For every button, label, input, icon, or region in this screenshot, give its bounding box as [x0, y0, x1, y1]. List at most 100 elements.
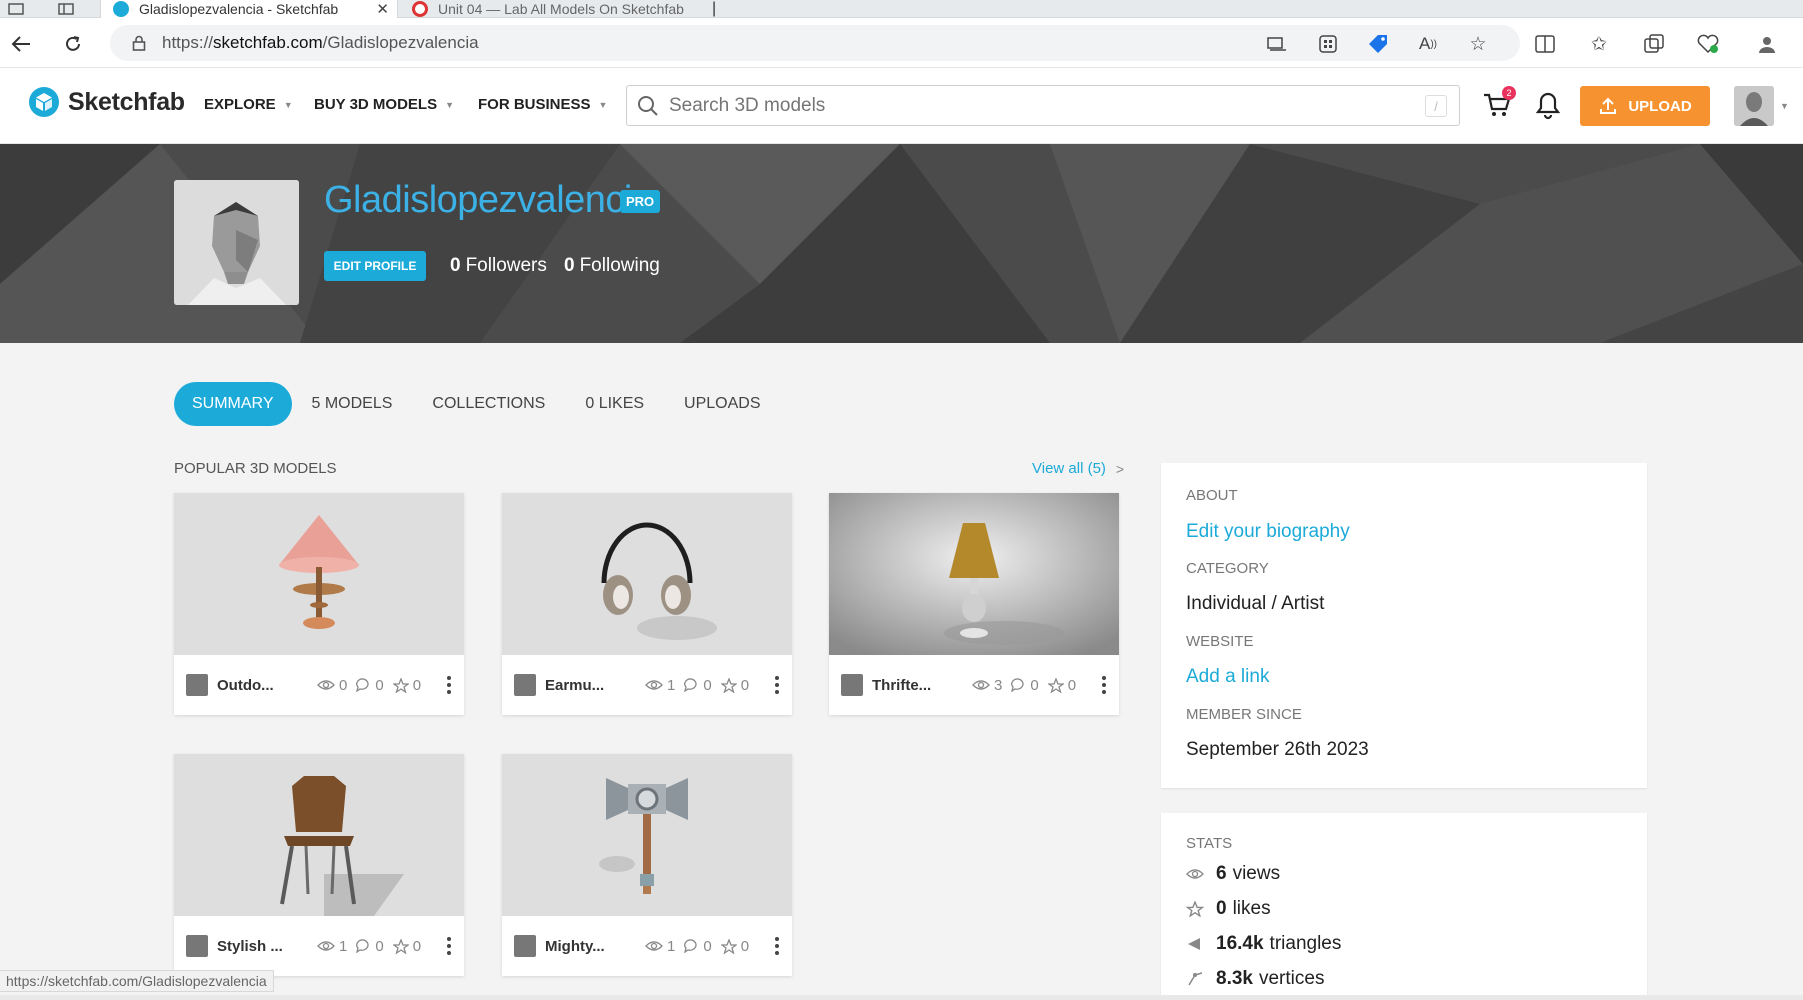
address-bar[interactable]: https://sketchfab.com/Gladislopezvalenci… — [110, 25, 1520, 61]
eye-icon — [317, 680, 335, 690]
followers-label: Followers — [465, 255, 547, 276]
profile-avatar[interactable] — [174, 180, 299, 305]
comment-icon — [684, 678, 697, 692]
upload-label: UPLOAD — [1628, 97, 1692, 115]
model-thumbnail[interactable] — [502, 754, 792, 916]
search-icon — [638, 95, 658, 116]
model-name[interactable]: Outdo... — [217, 677, 297, 694]
back-icon[interactable] — [8, 31, 34, 57]
grid-apps-icon[interactable] — [1316, 32, 1340, 56]
model-card[interactable]: Stylish ... 1 0 0 — [174, 754, 464, 976]
author-avatar[interactable] — [841, 674, 863, 696]
split-screen-icon[interactable] — [1533, 32, 1557, 56]
nav-for-business[interactable]: FOR BUSINESS ▼ — [478, 96, 607, 113]
user-avatar[interactable] — [1734, 86, 1774, 126]
refresh-icon[interactable] — [60, 31, 86, 57]
model-card[interactable]: Outdo... 0 0 0 — [174, 493, 464, 715]
model-name[interactable]: Thrifte... — [872, 677, 952, 694]
browser-essentials-icon[interactable] — [1696, 32, 1720, 56]
likes-unit: likes — [1232, 898, 1271, 919]
url-text[interactable]: https://sketchfab.com/Gladislopezvalenci… — [162, 33, 479, 53]
about-label: ABOUT — [1186, 487, 1238, 504]
tab-actions-icon[interactable] — [0, 0, 40, 18]
vertices-count: 8.3k — [1216, 968, 1253, 989]
tab-title: Unit 04 — Lab All Models On Sketchfab — [438, 1, 684, 17]
tab-models[interactable]: 5 MODELS — [292, 382, 413, 426]
tab-likes[interactable]: 0 LIKES — [565, 382, 664, 426]
search-box[interactable]: / — [626, 85, 1460, 126]
model-thumbnail[interactable] — [502, 493, 792, 655]
tab-summary[interactable]: SUMMARY — [174, 382, 292, 426]
following-link[interactable]: 0 Following — [564, 255, 660, 277]
edit-biography-link[interactable]: Edit your biography — [1186, 521, 1350, 543]
user-menu-caret-icon[interactable]: ▼ — [1780, 101, 1789, 111]
author-avatar[interactable] — [186, 674, 208, 696]
add-link[interactable]: Add a link — [1186, 666, 1269, 688]
author-avatar[interactable] — [186, 935, 208, 957]
comment-count: 0 — [703, 676, 712, 694]
model-thumbnail[interactable] — [174, 493, 464, 655]
view-count: 1 — [667, 676, 676, 694]
model-card[interactable]: Thrifte... 3 0 0 — [829, 493, 1119, 715]
author-avatar[interactable] — [514, 674, 536, 696]
edit-profile-button[interactable]: EDIT PROFILE — [324, 251, 426, 281]
favorites-icon[interactable]: ✩ — [1587, 32, 1611, 56]
model-stats: 3 0 0 — [972, 677, 1085, 694]
comment-count: 0 — [1030, 676, 1039, 694]
model-stats: 1 0 0 — [645, 938, 758, 955]
views-count: 6 — [1216, 863, 1227, 884]
tab-uploads[interactable]: UPLOADS — [664, 382, 780, 426]
model-name[interactable]: Mighty... — [545, 938, 625, 955]
website-label: WEBSITE — [1186, 633, 1254, 650]
close-tab-icon[interactable]: ✕ — [368, 0, 397, 18]
shopping-tag-icon[interactable] — [1366, 32, 1390, 56]
model-stats: 1 0 0 — [317, 938, 430, 955]
author-avatar[interactable] — [514, 935, 536, 957]
more-options-icon[interactable] — [446, 676, 452, 694]
browser-tab-active[interactable]: Gladislopezvalencia - Sketchfab ✕ — [100, 0, 398, 18]
like-count: 0 — [740, 937, 750, 955]
more-options-icon[interactable] — [774, 676, 780, 694]
more-options-icon[interactable] — [1101, 676, 1107, 694]
sketchfab-logo[interactable]: Sketchfab — [28, 86, 185, 118]
browser-status-url: https://sketchfab.com/Gladislopezvalenci… — [0, 970, 274, 992]
cart-button[interactable]: 2 — [1482, 86, 1516, 120]
tab-collections[interactable]: COLLECTIONS — [412, 382, 565, 426]
notifications-button[interactable] — [1534, 90, 1562, 120]
favorite-star-icon[interactable]: ☆ — [1466, 32, 1490, 56]
lock-icon[interactable] — [132, 35, 146, 51]
pink-lamp-icon — [174, 493, 464, 655]
earmuffs-icon — [502, 493, 792, 655]
vertices-unit: vertices — [1258, 968, 1325, 989]
collections-icon[interactable] — [1642, 32, 1666, 56]
model-name[interactable]: Stylish ... — [217, 938, 297, 955]
model-thumbnail[interactable] — [829, 493, 1119, 655]
vertical-tabs-icon[interactable] — [52, 0, 82, 18]
more-options-icon[interactable] — [446, 937, 452, 955]
view-all-label: View all (5) — [1032, 460, 1106, 477]
close-tab-icon[interactable]: ✕ — [684, 0, 690, 18]
read-aloud-icon[interactable]: A)) — [1416, 32, 1440, 56]
view-count: 1 — [667, 937, 676, 955]
followers-link[interactable]: 0 Followers — [450, 255, 547, 277]
model-card[interactable]: Earmu... 1 0 0 — [502, 493, 792, 715]
category-label: CATEGORY — [1186, 560, 1269, 577]
model-card[interactable]: Mighty... 1 0 0 — [502, 754, 792, 976]
pro-badge: PRO — [620, 190, 661, 213]
search-input[interactable] — [669, 94, 1389, 117]
nav-explore[interactable]: EXPLORE ▼ — [204, 96, 293, 113]
member-since-label: MEMBER SINCE — [1186, 706, 1302, 723]
upload-button[interactable]: UPLOAD — [1580, 86, 1710, 126]
new-tab-icon[interactable]: | — [712, 0, 732, 18]
triangle-icon — [1188, 938, 1200, 950]
model-thumbnail[interactable] — [174, 754, 464, 916]
sketchfab-favicon-icon — [113, 1, 129, 17]
search-shortcut-hint: / — [1425, 95, 1447, 117]
app-available-icon[interactable] — [1265, 32, 1289, 56]
nav-buy-3d-models[interactable]: BUY 3D MODELS ▼ — [314, 96, 454, 113]
browser-tab[interactable]: Unit 04 — Lab All Models On Sketchfab ✕ — [400, 0, 690, 18]
model-name[interactable]: Earmu... — [545, 677, 625, 694]
view-all-link[interactable]: View all (5) > — [1032, 460, 1124, 477]
more-options-icon[interactable] — [774, 937, 780, 955]
profile-icon[interactable] — [1755, 32, 1779, 56]
